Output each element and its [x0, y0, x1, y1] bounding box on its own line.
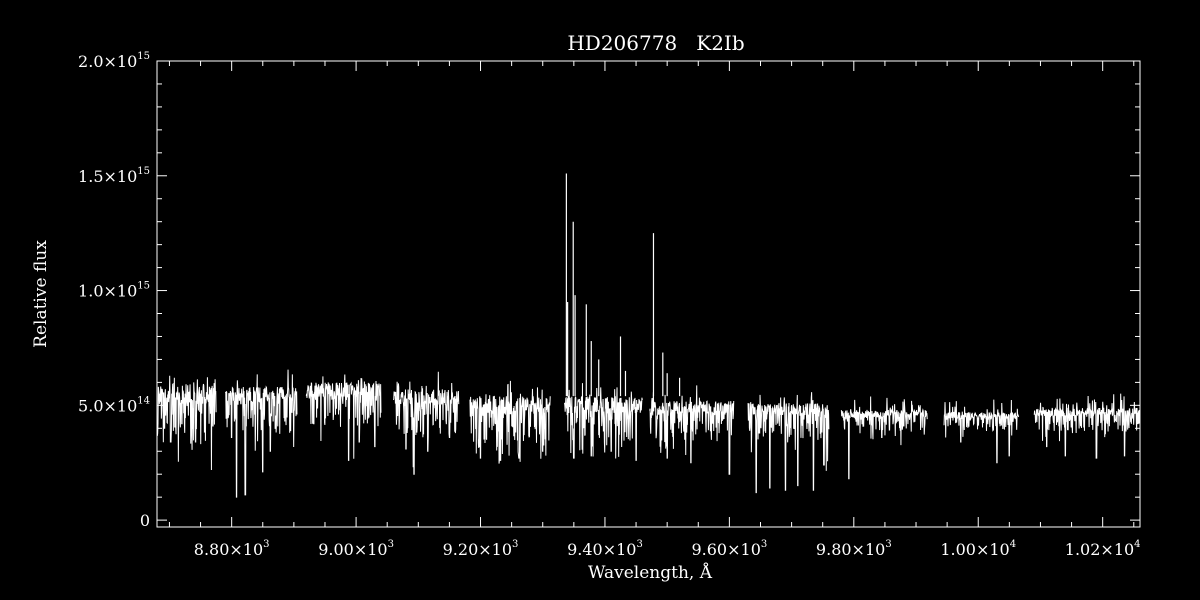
- y-axis-title: Relative flux: [31, 240, 51, 348]
- x-tick-label-exponent: 3: [761, 539, 767, 550]
- x-tick-label-exponent: 4: [1134, 539, 1140, 550]
- x-tick-label: 1.00×104: [940, 539, 1016, 559]
- x-tick-label-mantissa: 9.80×10: [816, 540, 885, 559]
- x-tick-label-exponent: 3: [885, 539, 891, 550]
- x-tick-label-mantissa: 1.00×10: [940, 540, 1009, 559]
- x-tick-label: 9.60×103: [691, 539, 767, 559]
- chart-background: [0, 0, 1200, 600]
- y-tick-label-mantissa: 1.0×10: [78, 282, 137, 301]
- x-tick-label-exponent: 3: [263, 539, 269, 550]
- x-tick-label-mantissa: 9.00×10: [318, 540, 387, 559]
- x-tick-label-exponent: 3: [388, 539, 394, 550]
- x-tick-label: 1.02×104: [1065, 539, 1141, 559]
- spectrum-chart: HD206778 K2Ib 8.80×103 9.00×103 9.20×103 9.…: [0, 0, 1200, 600]
- y-tick-label-exponent: 15: [137, 166, 150, 177]
- x-tick-label: 8.80×103: [194, 539, 270, 559]
- y-tick-label-mantissa: 5.0×10: [78, 396, 137, 415]
- x-axis-title: Wavelength, Å: [588, 562, 713, 583]
- y-tick-label-mantissa: 1.5×10: [78, 167, 137, 186]
- x-tick-label: 9.20×103: [443, 539, 519, 559]
- y-tick-label-exponent: 14: [137, 395, 150, 406]
- y-tick-label-mantissa: 0: [140, 511, 150, 530]
- x-tick-label: 9.80×103: [816, 539, 892, 559]
- y-tick-label-exponent: 15: [137, 281, 150, 292]
- y-tick-label: 0: [140, 511, 150, 530]
- x-tick-label-exponent: 3: [636, 539, 642, 550]
- x-tick-label-mantissa: 1.02×10: [1065, 540, 1134, 559]
- x-tick-label-exponent: 3: [512, 539, 518, 550]
- x-tick-label: 9.00×103: [318, 539, 394, 559]
- x-tick-label-mantissa: 8.80×10: [194, 540, 263, 559]
- y-tick-label-exponent: 15: [137, 51, 150, 62]
- x-tick-label: 9.40×103: [567, 539, 643, 559]
- x-tick-label-mantissa: 9.60×10: [691, 540, 760, 559]
- x-tick-label-mantissa: 9.20×10: [443, 540, 512, 559]
- x-tick-label-exponent: 4: [1010, 539, 1016, 550]
- chart-title: HD206778 K2Ib: [567, 31, 744, 55]
- x-tick-label-mantissa: 9.40×10: [567, 540, 636, 559]
- y-tick-label-mantissa: 2.0×10: [78, 52, 137, 71]
